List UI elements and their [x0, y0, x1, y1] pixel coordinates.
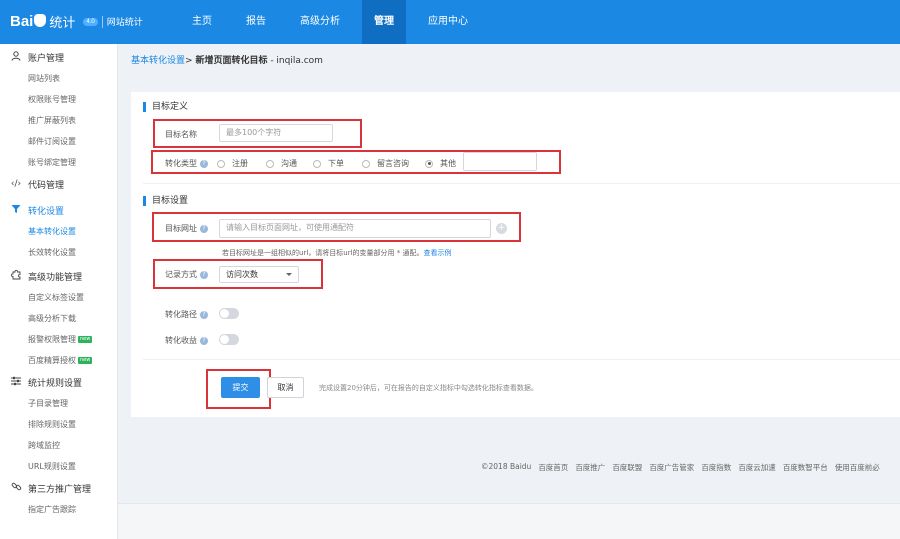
sidebar-group-label: 第三方推广管理 [28, 484, 92, 495]
breadcrumb-site: - inqila.com [270, 56, 323, 66]
conversion-path-toggle[interactable] [219, 308, 239, 319]
user-icon [10, 50, 22, 64]
section-goal-definition-title: 目标定义 [143, 102, 188, 112]
sidebar-group-label: 高级功能管理 [28, 272, 83, 283]
nav-app-center[interactable]: 应用中心 [416, 0, 480, 44]
nav-advanced-analysis[interactable]: 高级分析 [288, 0, 352, 44]
sidebar-item-advanced-download[interactable]: 高级分析下载 [0, 308, 117, 329]
new-badge: new [78, 357, 93, 364]
sidebar-item-account-binding[interactable]: 账号绑定管理 [0, 152, 117, 173]
sidebar-group-code[interactable]: ‹/› 代码管理 [0, 173, 117, 195]
filter-icon [10, 204, 22, 217]
footer-links: ©2018 Baidu 百度首页 百度推广 百度联盟 百度广告管家 百度指数 百… [481, 462, 887, 473]
conversion-revenue-toggle[interactable] [219, 334, 239, 345]
logo-text: Bai [10, 13, 34, 30]
baidu-tongji-logo[interactable]: Bai 统计 4.0 网站统计 [10, 12, 143, 31]
main-nav: 主页 报告 高级分析 管理 应用中心 [180, 0, 490, 44]
footer-link[interactable]: 百度联盟 [612, 462, 642, 473]
footer-link[interactable]: 百度指数 [701, 462, 731, 473]
conversion-revenue-text: 转化收益 [165, 336, 197, 345]
sidebar-item-url-rules[interactable]: URL规则设置 [0, 456, 117, 477]
sidebar-group-conversion[interactable]: 转化设置 [0, 199, 117, 221]
sidebar-item-permission-accounts[interactable]: 权限账号管理 [0, 89, 117, 110]
breadcrumb-separator: > [185, 56, 193, 66]
footer-link[interactable]: 百度广告管家 [649, 462, 694, 473]
sidebar-group-label: 账户管理 [28, 53, 65, 64]
logo-divider [101, 15, 103, 28]
paw-icon [34, 14, 47, 27]
sidebar-item-exclusion-rules[interactable]: 排除规则设置 [0, 414, 117, 435]
sidebar-item-custom-tags[interactable]: 自定义标签设置 [0, 287, 117, 308]
sidebar-item-label: 报警权限管理 [28, 335, 76, 344]
section-divider [143, 183, 900, 184]
sidebar-item-basic-conversion[interactable]: 基本转化设置 [0, 221, 117, 242]
sidebar-group-label: 代码管理 [28, 180, 65, 191]
puzzle-icon [10, 269, 22, 283]
new-badge: new [78, 336, 93, 343]
sidebar: 账户管理 网站列表 权限账号管理 推广屏蔽列表 邮件订阅设置 账号绑定管理 ‹/… [0, 44, 118, 539]
sidebar-group-advanced[interactable]: 高级功能管理 [0, 265, 117, 287]
sidebar-group-stat-rules[interactable]: 统计规则设置 [0, 371, 117, 393]
footer-link[interactable]: 使用百度前必 [835, 462, 880, 473]
nav-reports[interactable]: 报告 [234, 0, 278, 44]
code-icon: ‹/› [10, 179, 22, 189]
help-icon[interactable]: ? [200, 310, 208, 319]
conversion-revenue-label: 转化收益? [165, 335, 208, 346]
breadcrumb: 基本转化设置> 新增页面转化目标 - inqila.com [131, 53, 323, 66]
logo-text-cn: 统计 [49, 15, 76, 30]
view-example-link[interactable]: 查看示例 [423, 249, 451, 257]
footer-bottom-strip [118, 503, 900, 539]
footer-link[interactable]: 百度数智平台 [783, 462, 828, 473]
footer-link[interactable]: 百度推广 [575, 462, 605, 473]
footer-link[interactable]: 百度云加速 [738, 462, 776, 473]
product-name: 网站统计 [106, 17, 143, 27]
sidebar-item-subdirectory[interactable]: 子目录管理 [0, 393, 117, 414]
goal-url-hint: 若目标网址是一组相似的url，请将目标url的变量部分用 * 通配。查看示例 [222, 248, 451, 258]
breadcrumb-parent-link[interactable]: 基本转化设置 [131, 56, 185, 66]
highlight-box-goal-name [153, 119, 362, 148]
section-divider [143, 359, 900, 360]
cancel-button[interactable]: 取消 [267, 377, 304, 398]
sidebar-item-actuarial-auth[interactable]: 百度精算授权 new [0, 350, 117, 371]
sidebar-group-third-party[interactable]: 第三方推广管理 [0, 477, 117, 499]
version-badge: 4.0 [83, 17, 98, 26]
sidebar-item-email-subscription[interactable]: 邮件订阅设置 [0, 131, 117, 152]
help-icon[interactable]: ? [200, 336, 208, 345]
highlight-box-goal-url [152, 212, 521, 242]
footer-link[interactable]: 百度首页 [538, 462, 568, 473]
sidebar-item-site-list[interactable]: 网站列表 [0, 68, 117, 89]
link-icon [10, 481, 22, 495]
highlight-box-record-method [153, 259, 323, 289]
sidebar-group-label: 转化设置 [28, 206, 65, 217]
goal-url-hint-text: 若目标网址是一组相似的url，请将目标url的变量部分用 * 通配。 [222, 249, 424, 257]
nav-management[interactable]: 管理 [362, 0, 406, 44]
sidebar-item-ad-tracking[interactable]: 指定广告跟踪 [0, 499, 117, 520]
conversion-path-text: 转化路径 [165, 310, 197, 319]
section-goal-settings-title: 目标设置 [143, 196, 188, 206]
highlight-box-conversion-type [151, 150, 561, 174]
top-navigation-bar: Bai 统计 4.0 网站统计 主页 报告 高级分析 管理 应用中心 [0, 0, 900, 44]
conversion-path-label: 转化路径? [165, 309, 208, 320]
sidebar-group-label: 统计规则设置 [28, 378, 83, 389]
nav-home[interactable]: 主页 [180, 0, 224, 44]
submit-note: 完成设置20分钟后，可在报告的自定义指标中勾选转化指标查看数据。 [319, 384, 538, 392]
highlight-box-submit [206, 369, 271, 409]
sidebar-item-cross-domain[interactable]: 跨域监控 [0, 435, 117, 456]
sidebar-item-long-term-conversion[interactable]: 长效转化设置 [0, 242, 117, 263]
footer-copyright: ©2018 Baidu [481, 462, 532, 471]
sliders-icon [10, 376, 22, 389]
goal-form-panel: 目标定义 目标名称 最多100个字符 转化类型? 注册 沟通 下单 留言咨询 其… [131, 92, 900, 417]
breadcrumb-current: 新增页面转化目标 [195, 56, 268, 66]
sidebar-item-promo-block-list[interactable]: 推广屏蔽列表 [0, 110, 117, 131]
sidebar-item-alert-permission[interactable]: 报警权限管理 new [0, 329, 117, 350]
sidebar-item-label: 百度精算授权 [28, 356, 76, 365]
sidebar-group-account[interactable]: 账户管理 [0, 46, 117, 68]
